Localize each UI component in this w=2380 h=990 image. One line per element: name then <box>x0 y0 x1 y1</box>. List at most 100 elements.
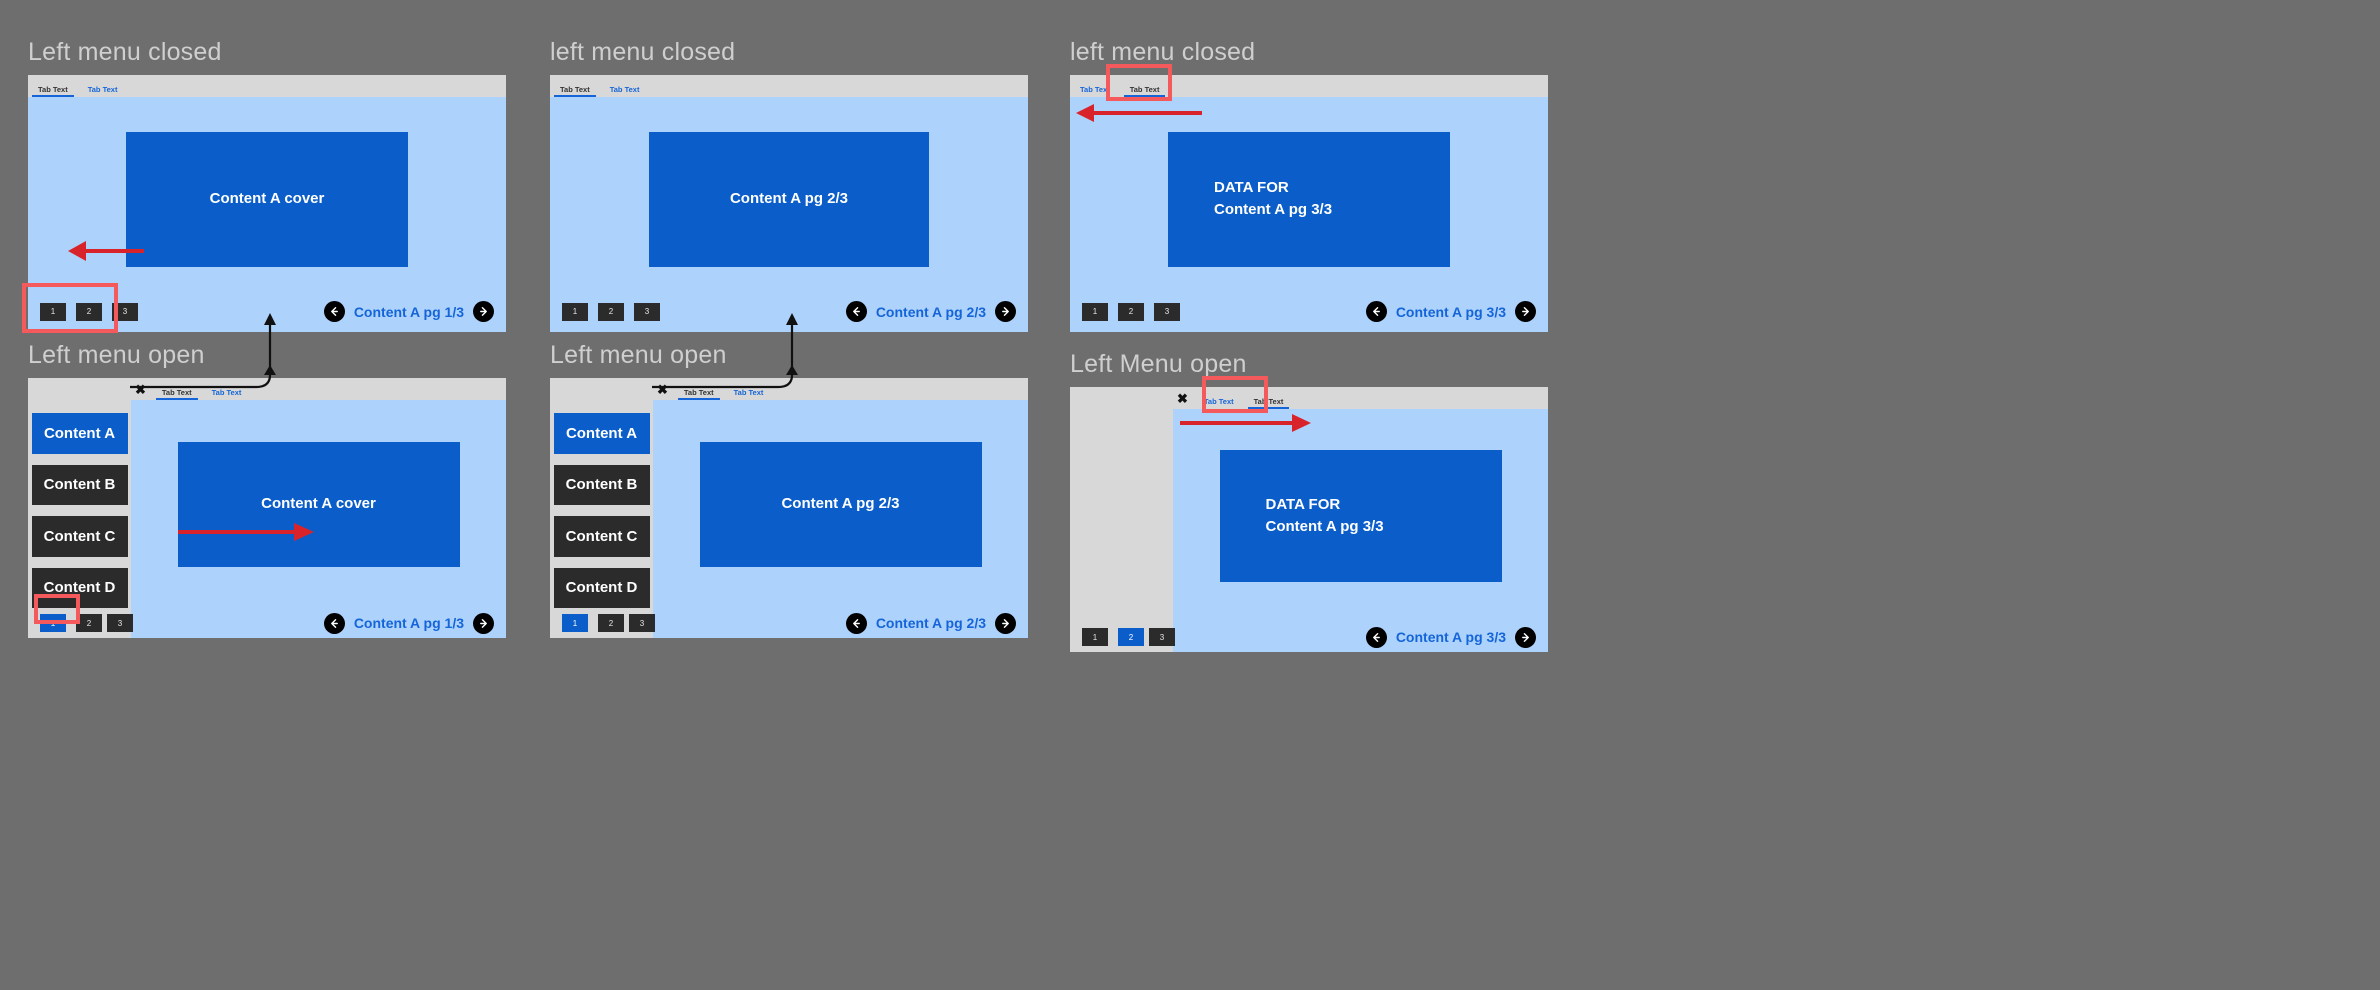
window-4: ✖ Tab Text Tab Text Content A Content B … <box>28 378 506 638</box>
window-body-2: Content A pg 2/3 <box>550 97 1028 301</box>
tabbar-4: ✖ Tab Text Tab Text <box>28 378 506 401</box>
page-button-3[interactable]: 3 <box>1154 302 1180 321</box>
nav-label-2: Content A pg 2/3 <box>875 303 986 320</box>
tabbar-1: Tab Text Tab Text <box>28 75 506 98</box>
sidebar-item-content-b[interactable]: Content B <box>31 464 128 505</box>
panel-group-1: Left menu closed Tab Text Tab Text Conte… <box>22 38 506 333</box>
page-nav-3: Content A pg 3/3 <box>1365 301 1536 322</box>
pager-1: 1 2 3 <box>40 302 138 321</box>
page-button-2[interactable]: 2 <box>598 614 624 632</box>
close-icon[interactable]: ✖ <box>1173 392 1194 409</box>
panel-group-2: left menu closed Tab Text Tab Text Conte… <box>550 38 1028 332</box>
panel-title-6: Left Menu open <box>1070 350 1247 378</box>
prev-arrow-icon[interactable] <box>845 301 867 322</box>
mockup-canvas: Left menu closed Tab Text Tab Text Conte… <box>0 0 2380 990</box>
close-icon[interactable]: ✖ <box>653 383 674 400</box>
nav-label-1: Content A pg 1/3 <box>353 303 464 320</box>
footer-3: 1 2 3 Content A pg 3/3 <box>1070 301 1548 332</box>
content-cover-2: Content A pg 2/3 <box>649 131 929 267</box>
tab-1-second[interactable]: Tab Text <box>78 85 128 98</box>
sidebar-item-content-d[interactable]: Content D <box>31 567 128 608</box>
sidebar-item-content-c[interactable]: Content C <box>31 516 128 557</box>
sidebar-item-content-a[interactable]: Content A <box>31 413 128 454</box>
stage-6: DATA FOR Content A pg 3/3 <box>1173 409 1548 622</box>
prev-arrow-icon[interactable] <box>845 612 867 634</box>
footer-right-5: 3 Content A pg 2/3 <box>629 608 1028 638</box>
sidebar-item-content-a[interactable]: Content A <box>553 413 650 454</box>
left-menu-6 <box>1070 409 1173 622</box>
content-cover-3: DATA FOR Content A pg 3/3 <box>1168 131 1450 267</box>
stage-5: Content A pg 2/3 <box>653 400 1028 608</box>
page-button-3[interactable]: 3 <box>1149 628 1175 646</box>
page-button-1[interactable]: 1 <box>1082 302 1108 321</box>
prev-arrow-icon[interactable] <box>1365 626 1387 648</box>
footer-6: 1 2 3 Content A pg 3/3 <box>1070 622 1548 652</box>
page-button-2[interactable]: 2 <box>76 614 102 632</box>
panel-group-4: Left menu open ✖ Tab Text Tab Text Conte… <box>28 341 506 638</box>
sidebar-item-content-c[interactable]: Content C <box>553 516 650 557</box>
prev-arrow-icon[interactable] <box>323 301 345 322</box>
tab-4-first[interactable]: Tab Text <box>152 388 202 401</box>
stage-1: Content A cover <box>28 97 506 301</box>
next-arrow-icon[interactable] <box>1515 301 1536 322</box>
next-arrow-icon[interactable] <box>473 301 494 322</box>
page-button-2[interactable]: 2 <box>1118 302 1144 321</box>
tab-2-first[interactable]: Tab Text <box>550 85 600 98</box>
page-button-3[interactable]: 3 <box>112 302 138 321</box>
sidebar-item-content-d[interactable]: Content D <box>553 567 650 608</box>
panel-group-3: left menu closed Tab Text Tab Text DATA … <box>1070 38 1548 332</box>
tab-6-second[interactable]: Tab Text <box>1244 397 1294 410</box>
next-arrow-icon[interactable] <box>995 612 1016 634</box>
tab-3-second[interactable]: Tab Text <box>1120 85 1170 98</box>
next-arrow-icon[interactable] <box>1515 626 1536 648</box>
window-5: ✖ Tab Text Tab Text Content A Content B … <box>550 378 1028 638</box>
tabbar-3: Tab Text Tab Text <box>1070 75 1548 98</box>
window-body-1: Content A cover <box>28 97 506 301</box>
page-button-1[interactable]: 1 <box>40 302 66 321</box>
next-arrow-icon[interactable] <box>473 612 494 634</box>
next-arrow-icon[interactable] <box>995 301 1016 322</box>
content-cover-5: Content A pg 2/3 <box>699 441 982 567</box>
panel-title-3: left menu closed <box>1070 38 1256 66</box>
page-button-2[interactable]: 2 <box>598 302 624 321</box>
footer-1: 1 2 3 Content A pg 1/3 <box>28 301 506 332</box>
page-button-1[interactable]: 1 <box>1082 628 1108 646</box>
page-button-1[interactable]: 1 <box>40 614 66 632</box>
page-button-3[interactable]: 3 <box>107 614 133 632</box>
tab-1-first[interactable]: Tab Text <box>28 85 78 98</box>
content-cover-4: Content A cover <box>177 441 460 567</box>
footer-right-6: 3 Content A pg 3/3 <box>1149 622 1548 652</box>
panel-group-6: Left Menu open ✖ Tab Text Tab Text DATA … <box>1070 350 1548 652</box>
tab-4-second[interactable]: Tab Text <box>202 388 252 401</box>
content-cover-1: Content A cover <box>126 131 408 267</box>
left-menu-4: Content A Content B Content C Content D <box>28 400 131 608</box>
tab-2-second[interactable]: Tab Text <box>600 85 650 98</box>
window-6: ✖ Tab Text Tab Text DATA FOR Content A p… <box>1070 387 1548 652</box>
nav-label-6: Content A pg 3/3 <box>1395 629 1506 645</box>
window-body-4: Content A Content B Content C Content D … <box>28 400 506 608</box>
page-nav-5: Content A pg 2/3 <box>845 612 1016 634</box>
page-nav-4: Content A pg 1/3 <box>323 612 494 634</box>
tabbar-6: ✖ Tab Text Tab Text <box>1070 387 1548 410</box>
footer-5: 1 2 3 Content A pg 2/3 <box>550 608 1028 638</box>
prev-arrow-icon[interactable] <box>323 612 345 634</box>
nav-label-4: Content A pg 1/3 <box>353 615 464 631</box>
page-button-3[interactable]: 3 <box>634 302 660 321</box>
page-button-1[interactable]: 1 <box>562 302 588 321</box>
prev-arrow-icon[interactable] <box>1365 301 1387 322</box>
sidebar-item-content-b[interactable]: Content B <box>553 464 650 505</box>
page-button-1[interactable]: 1 <box>562 614 588 632</box>
pager-3: 1 2 3 <box>1082 302 1180 321</box>
page-button-2[interactable]: 2 <box>1118 628 1144 646</box>
panel-title-1: Left menu closed <box>28 38 222 66</box>
page-button-2[interactable]: 2 <box>76 302 102 321</box>
page-nav-1: Content A pg 1/3 <box>323 301 494 322</box>
tab-5-first[interactable]: Tab Text <box>674 388 724 401</box>
close-icon[interactable]: ✖ <box>131 383 152 400</box>
tab-3-first[interactable]: Tab Text <box>1070 85 1120 98</box>
panel-title-2: left menu closed <box>550 38 736 66</box>
tab-6-first[interactable]: Tab Text <box>1194 397 1244 410</box>
page-button-3[interactable]: 3 <box>629 614 655 632</box>
tabbar-5: ✖ Tab Text Tab Text <box>550 378 1028 401</box>
tab-5-second[interactable]: Tab Text <box>724 388 774 401</box>
